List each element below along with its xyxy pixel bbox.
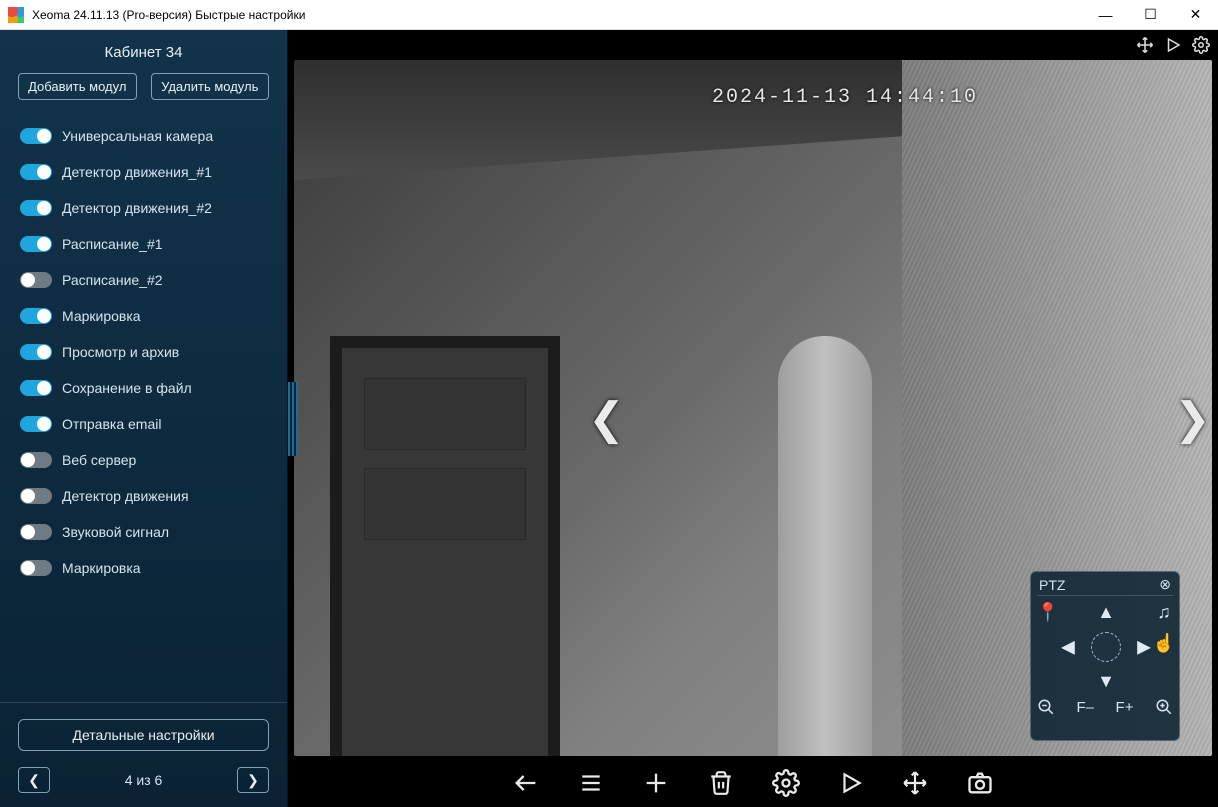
module-toggle[interactable]	[20, 236, 52, 252]
module-toggle[interactable]	[20, 524, 52, 540]
bottom-toolbar	[288, 759, 1218, 807]
window-close-button[interactable]: ✕	[1173, 0, 1218, 30]
module-label: Сохранение в файл	[62, 380, 192, 396]
prev-camera-arrow[interactable]: ❮	[588, 393, 620, 444]
add-module-button[interactable]: Добавить модул	[18, 73, 137, 100]
main-area: 2024-11-13 14:44:10 ❮ ❯ PTZ ⊗ 📍 ▲ ▼ ◀ ▶	[288, 30, 1218, 807]
module-row: Маркировка	[20, 550, 273, 586]
app-logo-icon	[8, 7, 24, 23]
module-label: Расписание_#1	[62, 236, 163, 252]
module-row: Веб сервер	[20, 442, 273, 478]
ptz-preset-marker-icon[interactable]: 📍	[1037, 602, 1059, 623]
module-label: Детектор движения	[62, 488, 189, 504]
module-toggle[interactable]	[20, 488, 52, 504]
ptz-center-button[interactable]	[1091, 632, 1121, 662]
ptz-right-button[interactable]: ▶	[1137, 637, 1151, 658]
module-label: Маркировка	[62, 308, 141, 324]
toolbar-play-icon[interactable]	[838, 770, 864, 796]
module-label: Универсальная камера	[62, 128, 213, 144]
ptz-focus-plus-button[interactable]: F+	[1116, 698, 1134, 716]
camera-name: Кабинет 34	[0, 30, 287, 73]
window-title: Xeoma 24.11.13 (Pro-версия) Быстрые наст…	[32, 8, 1083, 22]
module-row: Просмотр и архив	[20, 334, 273, 370]
delete-module-button[interactable]: Удалить модуль	[151, 73, 270, 100]
module-toggle[interactable]	[20, 200, 52, 216]
ptz-up-button[interactable]: ▲	[1097, 602, 1115, 623]
gear-icon[interactable]	[1192, 36, 1210, 54]
module-row: Детектор движения_#2	[20, 190, 273, 226]
menu-icon[interactable]	[578, 770, 604, 796]
module-row: Универсальная камера	[20, 118, 273, 154]
ptz-focus-minus-button[interactable]: F–	[1077, 698, 1095, 716]
ptz-close-icon[interactable]: ⊗	[1159, 576, 1171, 593]
module-toggle[interactable]	[20, 452, 52, 468]
prev-page-button[interactable]: ❮	[18, 767, 50, 793]
window-maximize-button[interactable]: ☐	[1128, 0, 1173, 30]
back-arrow-icon[interactable]	[512, 769, 540, 797]
module-toggle[interactable]	[20, 344, 52, 360]
page-indicator: 4 из 6	[125, 772, 163, 788]
trash-icon[interactable]	[708, 770, 734, 796]
module-row: Детектор движения_#1	[20, 154, 273, 190]
app-body: Кабинет 34 Добавить модул Удалить модуль…	[0, 30, 1218, 807]
ptz-zoom-in-button[interactable]	[1155, 698, 1173, 716]
ptz-tour-icon[interactable]: ♫	[1157, 602, 1171, 623]
module-row: Расписание_#1	[20, 226, 273, 262]
module-row: Сохранение в файл	[20, 370, 273, 406]
module-list: Универсальная камера Детектор движения_#1…	[0, 112, 287, 692]
module-toggle[interactable]	[20, 416, 52, 432]
module-label: Просмотр и архив	[62, 344, 179, 360]
module-label: Расписание_#2	[62, 272, 163, 288]
module-row: Расписание_#2	[20, 262, 273, 298]
module-label: Отправка email	[62, 416, 161, 432]
ptz-direction-pad: ▲ ▼ ◀ ▶	[1065, 602, 1147, 692]
module-row: Отправка email	[20, 406, 273, 442]
ptz-zoom-out-button[interactable]	[1037, 698, 1055, 716]
module-label: Звуковой сигнал	[62, 524, 169, 540]
next-page-button[interactable]: ❯	[237, 767, 269, 793]
module-row: Маркировка	[20, 298, 273, 334]
module-toggle[interactable]	[20, 128, 52, 144]
module-toggle[interactable]	[20, 164, 52, 180]
module-toggle[interactable]	[20, 560, 52, 576]
play-icon[interactable]	[1164, 36, 1182, 54]
ptz-title: PTZ	[1039, 577, 1065, 593]
ptz-touch-icon[interactable]: ☝	[1153, 633, 1175, 654]
module-toggle[interactable]	[20, 380, 52, 396]
sidebar: Кабинет 34 Добавить модул Удалить модуль…	[0, 30, 288, 807]
module-label: Веб сервер	[62, 452, 136, 468]
ptz-panel: PTZ ⊗ 📍 ▲ ▼ ◀ ▶ ♫ ☝	[1030, 571, 1180, 741]
sidebar-collapse-handle[interactable]	[288, 382, 298, 456]
camera-icon[interactable]	[966, 769, 994, 797]
window-minimize-button[interactable]: —	[1083, 0, 1128, 30]
ptz-left-button[interactable]: ◀	[1061, 637, 1075, 658]
module-toggle[interactable]	[20, 272, 52, 288]
module-label: Детектор движения_#2	[62, 200, 212, 216]
module-row: Детектор движения	[20, 478, 273, 514]
module-label: Маркировка	[62, 560, 141, 576]
module-toggle[interactable]	[20, 308, 52, 324]
window-titlebar: Xeoma 24.11.13 (Pro-версия) Быстрые наст…	[0, 0, 1218, 30]
module-label: Детектор движения_#1	[62, 164, 212, 180]
ptz-down-button[interactable]: ▼	[1097, 671, 1115, 692]
next-camera-arrow[interactable]: ❯	[1174, 393, 1206, 444]
plus-icon[interactable]	[642, 769, 670, 797]
move-icon[interactable]	[1136, 36, 1154, 54]
toolbar-move-icon[interactable]	[902, 770, 928, 796]
module-row: Звуковой сигнал	[20, 514, 273, 550]
toolbar-gear-icon[interactable]	[772, 769, 800, 797]
video-timestamp-overlay: 2024-11-13 14:44:10	[712, 86, 978, 109]
detail-settings-button[interactable]: Детальные настройки	[18, 719, 269, 751]
